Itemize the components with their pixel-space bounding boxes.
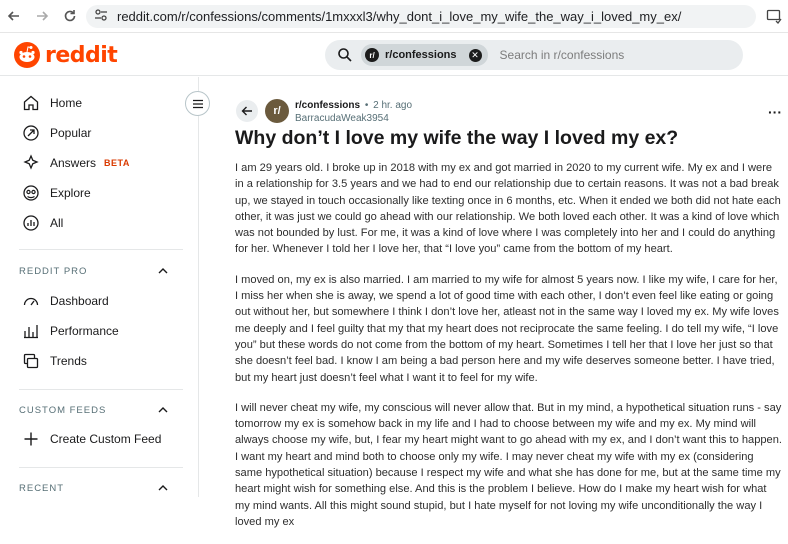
sidebar-item-all[interactable]: All <box>0 209 198 237</box>
post-title: Why don’t I love my wife the way I loved… <box>235 127 679 149</box>
address-bar[interactable]: reddit.com/r/confessions/comments/1mxxxl… <box>86 5 756 28</box>
url-text: reddit.com/r/confessions/comments/1mxxxl… <box>117 9 682 24</box>
search-bar[interactable]: r/ r/confessions ✕ Search in r/confessio… <box>325 40 743 70</box>
sidebar-item-explore[interactable]: Explore <box>0 179 198 207</box>
collapse-sidebar-button[interactable] <box>185 91 210 116</box>
sidebar-item-create-custom-feed[interactable]: Create Custom Feed <box>0 425 198 453</box>
all-icon <box>23 215 39 231</box>
sidebar-item-home[interactable]: Home <box>0 89 198 117</box>
chevron-up-icon <box>158 407 168 413</box>
back-arrow-icon[interactable] <box>0 2 28 30</box>
chevron-up-icon <box>158 485 168 491</box>
sidebar-item-label: Dashboard <box>50 294 109 308</box>
sidebar-item-label: Create Custom Feed <box>50 432 162 446</box>
post-meta: r/confessions • 2 hr. ago <box>295 100 412 111</box>
chip-label: r/confessions <box>385 49 457 61</box>
performance-icon <box>24 325 38 339</box>
sidebar-item-label: All <box>50 216 64 230</box>
sidebar-divider <box>19 389 183 390</box>
plus-icon <box>24 432 38 446</box>
back-button[interactable] <box>236 100 258 122</box>
meta-separator: • <box>364 100 369 111</box>
sidebar-divider <box>19 467 183 468</box>
back-arrow-icon <box>241 106 252 116</box>
forward-arrow-icon[interactable] <box>28 2 56 30</box>
section-header-custom-feeds[interactable]: CUSTOM FEEDS <box>19 401 169 419</box>
reddit-snoo-icon <box>14 42 40 68</box>
search-input[interactable]: Search in r/confessions <box>500 48 625 62</box>
screen-cast-icon[interactable] <box>766 8 782 24</box>
dashboard-icon <box>23 297 39 306</box>
reload-icon[interactable] <box>56 2 84 30</box>
home-icon <box>23 95 39 111</box>
sidebar-item-label: Explore <box>50 186 91 200</box>
section-header-reddit-pro[interactable]: REDDIT PRO <box>19 262 169 280</box>
browser-toolbar: reddit.com/r/confessions/comments/1mxxxl… <box>0 0 788 33</box>
subreddit-avatar-icon: r/ <box>365 48 379 62</box>
search-icon <box>337 47 353 63</box>
close-icon[interactable]: ✕ <box>468 48 482 62</box>
section-title: REDDIT PRO <box>19 265 88 277</box>
sidebar-item-answers[interactable]: Answers BETA <box>0 149 198 177</box>
post-age: 2 hr. ago <box>373 100 413 111</box>
section-header-recent[interactable]: RECENT <box>19 479 169 497</box>
section-title: RECENT <box>19 482 65 494</box>
sidebar-item-label: Performance <box>50 324 119 338</box>
subreddit-avatar[interactable]: r/ <box>265 99 289 123</box>
sidebar-item-label: Popular <box>50 126 92 140</box>
reddit-logo[interactable]: reddit <box>14 42 118 68</box>
sidebar-item-performance[interactable]: Performance <box>0 317 198 345</box>
left-sidebar: Home Popular Answers BETA Explore All RE… <box>0 77 199 497</box>
trends-icon <box>23 353 39 369</box>
popular-icon <box>23 125 39 141</box>
logo-wordmark: reddit <box>45 42 118 68</box>
answers-icon <box>23 154 39 170</box>
chevron-up-icon <box>158 268 168 274</box>
hamburger-menu-icon <box>192 99 203 108</box>
site-header: reddit r/ r/confessions ✕ Search in r/co… <box>0 33 788 76</box>
section-title: CUSTOM FEEDS <box>19 404 107 416</box>
sidebar-item-popular[interactable]: Popular <box>0 119 198 147</box>
sidebar-item-dashboard[interactable]: Dashboard <box>0 287 198 315</box>
sidebar-item-label: Answers <box>50 156 97 170</box>
subreddit-filter-chip[interactable]: r/ r/confessions ✕ <box>361 44 488 66</box>
more-options-icon[interactable]: ··· <box>768 104 782 120</box>
beta-badge: BETA <box>104 158 130 168</box>
sidebar-item-trends[interactable]: Trends <box>0 347 198 375</box>
post-paragraph: I will never cheat my wife, my conscious… <box>235 401 782 528</box>
post-body: I am 29 years old. I broke up in 2018 wi… <box>235 160 783 544</box>
explore-icon <box>23 185 39 201</box>
post-paragraph: I am 29 years old. I broke up in 2018 wi… <box>235 162 781 256</box>
post-paragraph: I moved on, my ex is also married. I am … <box>235 273 779 384</box>
site-settings-icon[interactable] <box>94 8 108 26</box>
author-link[interactable]: BarracudaWeak3954 <box>295 113 389 124</box>
subreddit-link[interactable]: r/confessions <box>295 100 360 111</box>
sidebar-item-label: Home <box>50 96 83 110</box>
sidebar-divider <box>19 249 183 250</box>
sidebar-item-label: Trends <box>50 354 87 368</box>
